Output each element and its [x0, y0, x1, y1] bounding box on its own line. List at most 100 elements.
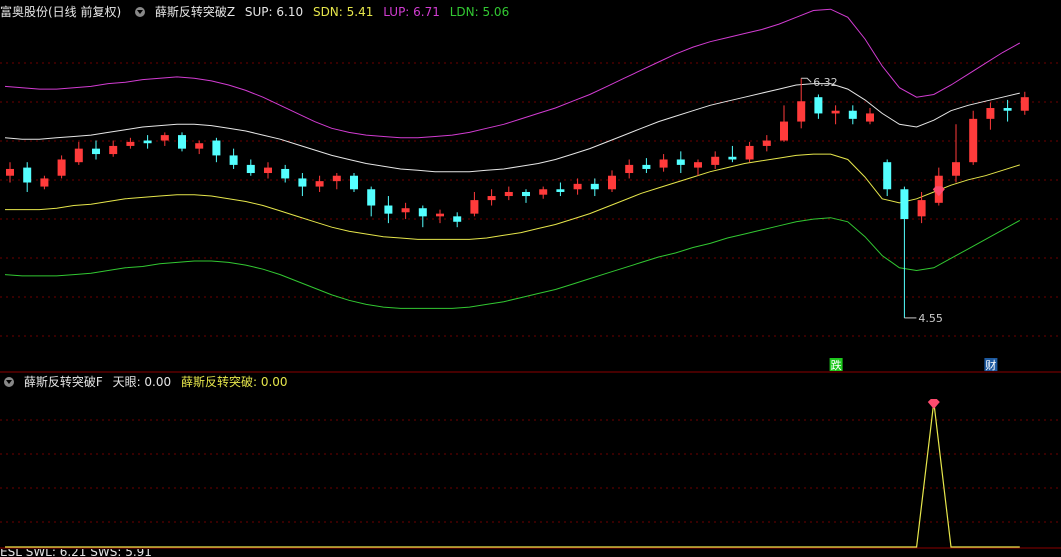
high-marker-line: [801, 77, 812, 83]
candle: [92, 140, 100, 160]
candle: [246, 159, 255, 176]
candle: [866, 108, 874, 125]
candle-body: [264, 167, 272, 174]
band-lines: [4, 8, 1021, 309]
bottom-indicator-values[interactable]: ESL SWL: 6.21 SWS: 5.91: [0, 549, 152, 557]
candle-body: [590, 183, 599, 190]
candle: [23, 162, 32, 192]
candle-body: [866, 113, 874, 122]
sub-indicator-menu-icon[interactable]: [4, 376, 14, 387]
candle: [40, 175, 49, 190]
indicator-name[interactable]: 薛斯反转突破Z: [155, 5, 235, 19]
candle-body: [384, 205, 393, 214]
candle: [848, 105, 857, 125]
candle: [367, 186, 376, 217]
candle: [298, 173, 307, 197]
sdn-value: SDN: 5.41: [312, 5, 374, 19]
candle: [831, 105, 840, 125]
candle-body: [315, 181, 324, 187]
event-badge-die: 跌: [831, 358, 842, 372]
candle: [814, 94, 823, 119]
candle: [797, 78, 806, 129]
candle-body: [246, 164, 255, 174]
candle-body: [642, 164, 651, 169]
chart-stage[interactable]: 6.32 4.55 跌 财: [0, 0, 1061, 557]
candle: [608, 170, 616, 192]
candle-body: [900, 189, 909, 220]
candle: [676, 151, 685, 174]
candle-body: [1020, 97, 1029, 111]
candle-body: [109, 145, 118, 155]
candle: [590, 178, 599, 197]
candle-body: [969, 118, 978, 163]
candle-body: [625, 164, 634, 174]
candle-body: [470, 200, 479, 214]
indicator-menu-icon[interactable]: [135, 6, 146, 17]
candle-body: [711, 156, 720, 165]
candle: [74, 141, 83, 165]
candle-body: [453, 216, 462, 222]
candle-body: [986, 108, 995, 119]
event-badge-cai: 财: [985, 358, 996, 372]
candle: [229, 148, 238, 169]
candle: [711, 151, 720, 169]
candle-body: [728, 156, 737, 160]
candle-body: [883, 162, 892, 190]
high-price-label: 6.32: [813, 76, 838, 89]
candle-body: [74, 148, 83, 163]
candle: [539, 186, 548, 199]
candle: [883, 159, 892, 197]
candle-body: [1003, 108, 1012, 111]
candle-body: [745, 145, 754, 160]
candle: [952, 124, 960, 183]
candle-body: [40, 178, 49, 187]
candle: [195, 140, 204, 155]
sub-panel-grid: [0, 419, 1061, 523]
candle-body: [814, 97, 823, 114]
candle: [694, 159, 702, 176]
candle-body: [522, 191, 530, 197]
lup-value: LUP: 6.71: [383, 5, 440, 19]
candle: [487, 189, 496, 206]
ldn-value: LDN: 5.06: [449, 5, 510, 19]
candle: [780, 105, 788, 142]
candle-body: [281, 168, 290, 179]
band-line-sup: [4, 83, 1020, 173]
candle-body: [6, 168, 14, 176]
candle-body: [418, 208, 427, 217]
candle-body: [212, 140, 221, 156]
sub-indicator-name[interactable]: 薛斯反转突破F: [24, 375, 103, 389]
candle: [1020, 91, 1029, 115]
candle-body: [487, 196, 496, 201]
candle: [745, 141, 754, 163]
candle: [470, 191, 479, 217]
candle-body: [92, 148, 100, 155]
candle: [332, 173, 341, 190]
candle: [625, 159, 634, 179]
candle-body: [401, 208, 410, 213]
candle-body: [831, 110, 840, 114]
candle-body: [659, 159, 668, 168]
candle-body: [780, 121, 788, 141]
bottom-panel-header: ESL SWL: 6.21 SWS: 5.91: [0, 549, 158, 557]
stock-title[interactable]: 富奥股份(日线 前复权): [0, 5, 121, 19]
main-panel-header: 富奥股份(日线 前复权) 薛斯反转突破Z SUP: 6.10 SDN: 5.41…: [0, 3, 515, 21]
candle-body: [952, 162, 960, 176]
candle-body: [178, 135, 186, 149]
low-price-label: 4.55: [918, 312, 943, 325]
band-line-sdn: [5, 153, 1020, 240]
tianyan-value: 天眼: 0.00: [112, 375, 172, 389]
candle-body: [694, 162, 702, 168]
candle-body: [126, 141, 135, 146]
candle-body: [917, 200, 926, 217]
candle: [143, 135, 152, 149]
candle-body: [556, 189, 565, 192]
candle: [642, 158, 651, 174]
sub-panel-header: 薛斯反转突破F 天眼: 0.00 薛斯反转突破: 0.00: [0, 373, 294, 391]
candle-body: [573, 183, 582, 190]
diamond-signal-icon: [932, 186, 945, 197]
candle: [900, 186, 909, 318]
candle: [418, 205, 427, 228]
candle-body: [676, 159, 685, 165]
candle: [212, 137, 221, 163]
